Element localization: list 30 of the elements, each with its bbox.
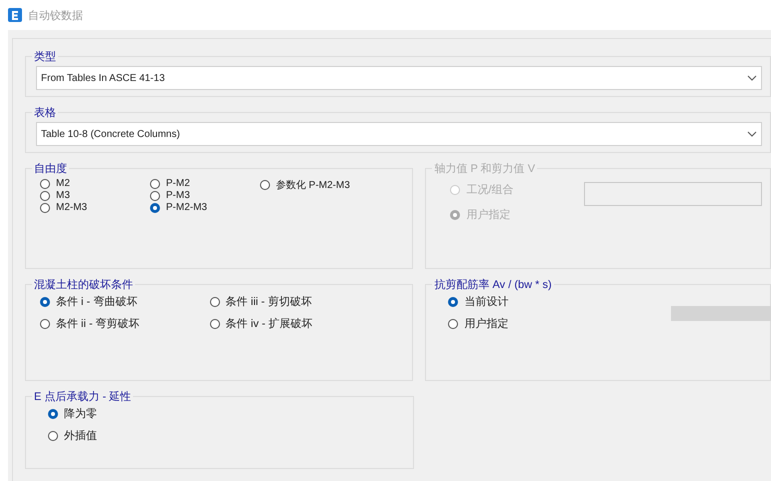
group-title: 混凝土柱的破坏条件 xyxy=(33,278,134,292)
window-title: 自动铰数据 xyxy=(28,8,83,22)
caret-icon xyxy=(747,75,757,81)
input-field[interactable] xyxy=(671,306,771,321)
group-title: E 点后承载力 - 延性 xyxy=(33,390,132,404)
radio-button[interactable]: 条件 iv - 扩展破坏 xyxy=(210,316,313,331)
app-logo-icon xyxy=(8,8,22,22)
radio-button[interactable]: 当前设计 xyxy=(448,294,508,309)
group-title: 轴力值 P 和剪力值 V xyxy=(433,162,536,176)
radio-button[interactable]: 条件 ii - 弯剪破坏 xyxy=(40,316,140,331)
radio-button[interactable]: P-M2 xyxy=(150,178,190,189)
group-title: 抗剪配筋率 Av / (bw * s) xyxy=(433,278,553,292)
radio-button[interactable]: 条件 i - 弯曲破坏 xyxy=(40,294,138,309)
group-title: 表格 xyxy=(33,106,57,120)
radio-button[interactable]: P-M2-M3 xyxy=(150,202,208,213)
caret-icon xyxy=(747,131,757,137)
group-title: 自由度 xyxy=(33,162,68,176)
radio-button[interactable]: 条件 iii - 剪切破坏 xyxy=(210,294,312,309)
radio-button[interactable]: 降为零 xyxy=(48,406,97,421)
input-field[interactable] xyxy=(584,182,762,206)
radio-button[interactable]: M3 xyxy=(40,190,70,201)
group-title: 类型 xyxy=(33,50,57,64)
radio-button[interactable]: P-M3 xyxy=(150,190,190,201)
dropdown[interactable]: Table 10-8 (Concrete Columns) xyxy=(36,122,762,146)
radio-button[interactable]: 参数化 P-M2-M3 xyxy=(260,178,350,192)
radio-button[interactable]: M2 xyxy=(40,178,70,189)
radio-button[interactable]: 用户指定 xyxy=(448,316,508,331)
dropdown[interactable]: From Tables In ASCE 41-13 xyxy=(36,66,762,90)
radio-button[interactable]: 外插值 xyxy=(48,428,97,443)
radio-button[interactable]: M2-M3 xyxy=(40,202,88,213)
